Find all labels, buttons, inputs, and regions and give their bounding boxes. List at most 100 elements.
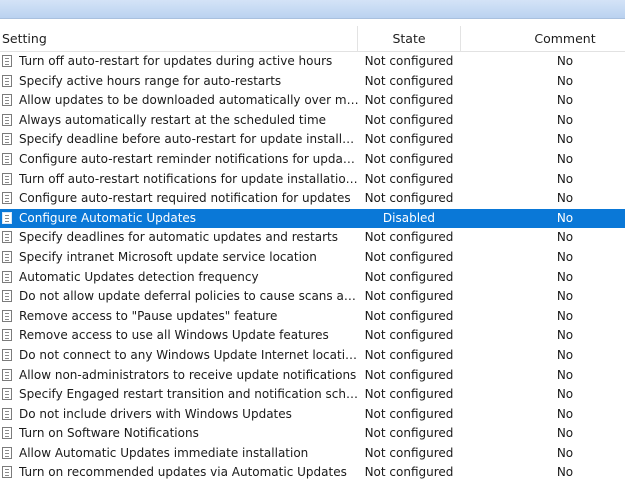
setting-comment: No (556, 230, 574, 245)
setting-name: Do not include drivers with Windows Upda… (19, 406, 292, 421)
setting-comment: No (556, 406, 574, 421)
setting-name: Allow updates to be downloaded automatic… (19, 93, 359, 108)
setting-state: Not configured (364, 347, 454, 362)
setting-name: Configure auto-restart required notifica… (19, 191, 351, 206)
setting-name: Specify deadlines for automatic updates … (19, 230, 338, 245)
setting-name: Specify deadline before auto-restart for… (19, 132, 359, 147)
setting-name: Remove access to "Pause updates" feature (19, 308, 278, 323)
policy-setting-icon (2, 172, 12, 185)
table-row[interactable]: Always automatically restart at the sche… (0, 111, 625, 131)
policy-setting-icon (2, 329, 12, 342)
setting-comment: No (556, 73, 574, 88)
setting-state: Not configured (364, 367, 454, 382)
table-row[interactable]: Specify intranet Microsoft update servic… (0, 248, 625, 268)
policy-setting-icon (2, 427, 12, 440)
setting-name: Automatic Updates detection frequency (19, 269, 259, 284)
policy-setting-icon (2, 74, 12, 87)
setting-comment: No (556, 171, 574, 186)
setting-name: Do not connect to any Windows Update Int… (19, 347, 359, 362)
setting-comment: No (556, 269, 574, 284)
setting-comment: No (556, 328, 574, 343)
table-row[interactable]: Allow Automatic Updates immediate instal… (0, 444, 625, 464)
policy-setting-icon (2, 55, 12, 67)
table-row[interactable]: Specify deadlines for automatic updates … (0, 228, 625, 248)
setting-name: Turn off auto-restart notifications for … (19, 171, 359, 186)
policy-setting-icon (2, 133, 12, 146)
setting-comment: No (556, 308, 574, 323)
table-row[interactable]: Configure auto-restart required notifica… (0, 189, 625, 209)
table-row[interactable]: Remove access to "Pause updates" feature… (0, 307, 625, 327)
table-row[interactable]: Turn on recommended updates via Automati… (0, 463, 625, 483)
setting-state: Not configured (364, 171, 454, 186)
setting-state: Not configured (364, 112, 454, 127)
setting-comment: No (556, 210, 574, 225)
setting-state: Not configured (364, 249, 454, 264)
setting-state: Not configured (364, 93, 454, 108)
setting-state: Not configured (364, 151, 454, 166)
table-row[interactable]: Configure Automatic Updates Disabled No (0, 208, 625, 229)
table-row[interactable]: Turn off auto-restart notifications for … (0, 170, 625, 190)
policy-setting-icon (2, 231, 12, 244)
setting-comment: No (556, 93, 574, 108)
setting-comment: No (556, 465, 574, 480)
table-row[interactable]: Remove access to use all Windows Update … (0, 326, 625, 346)
setting-comment: No (556, 249, 574, 264)
policy-setting-icon (2, 152, 12, 165)
setting-state: Not configured (364, 406, 454, 421)
column-header: Setting State Comment (0, 26, 625, 52)
policy-setting-icon (2, 192, 12, 205)
column-header-setting[interactable]: Setting (2, 26, 47, 51)
setting-name: Configure Automatic Updates (19, 210, 197, 225)
table-row[interactable]: Do not connect to any Windows Update Int… (0, 346, 625, 366)
table-row[interactable]: Allow updates to be downloaded automatic… (0, 91, 625, 111)
policy-setting-icon (2, 407, 12, 420)
setting-comment: No (556, 387, 574, 402)
table-row[interactable]: Specify Engaged restart transition and n… (0, 385, 625, 405)
setting-name: Turn off auto-restart for updates during… (19, 54, 333, 68)
setting-state: Not configured (364, 289, 454, 304)
setting-comment: No (556, 112, 574, 127)
column-header-comment[interactable]: Comment (461, 26, 625, 51)
setting-state: Not configured (364, 426, 454, 441)
policy-setting-icon (2, 309, 12, 322)
setting-state: Not configured (364, 230, 454, 245)
setting-state: Not configured (364, 191, 454, 206)
setting-state: Not configured (364, 445, 454, 460)
policy-settings-list: Turn off auto-restart for updates during… (0, 52, 625, 483)
policy-setting-icon (2, 446, 12, 459)
setting-name: Specify Engaged restart transition and n… (19, 387, 359, 402)
setting-state: Not configured (364, 328, 454, 343)
setting-name: Do not allow update deferral policies to… (19, 289, 359, 304)
setting-name: Always automatically restart at the sche… (19, 112, 327, 127)
column-header-state[interactable]: State (358, 26, 460, 51)
setting-name: Specify intranet Microsoft update servic… (19, 249, 317, 264)
table-row[interactable]: Turn on Software Notifications Not config… (0, 424, 625, 444)
setting-name: Turn on Software Notifications (19, 426, 199, 441)
setting-state: Not configured (364, 54, 454, 68)
table-row[interactable]: Do not allow update deferral policies to… (0, 287, 625, 307)
title-bar (0, 0, 625, 19)
policy-setting-icon (2, 368, 12, 381)
policy-setting-icon (2, 250, 12, 263)
policy-setting-icon (2, 270, 12, 283)
setting-comment: No (556, 426, 574, 441)
policy-setting-icon (2, 388, 12, 401)
setting-state: Disabled (382, 210, 436, 225)
setting-name: Turn on recommended updates via Automati… (19, 465, 347, 480)
setting-comment: No (556, 151, 574, 166)
table-row[interactable]: Configure auto-restart reminder notifica… (0, 150, 625, 170)
setting-state: Not configured (364, 308, 454, 323)
policy-setting-icon (2, 466, 12, 479)
setting-comment: No (556, 445, 574, 460)
policy-setting-icon (2, 211, 12, 224)
table-row[interactable]: Automatic Updates detection frequency Not… (0, 268, 625, 288)
setting-state: Not configured (364, 269, 454, 284)
table-row[interactable]: Specify active hours range for auto-rest… (0, 72, 625, 92)
policy-setting-icon (2, 290, 12, 303)
table-row[interactable]: Turn off auto-restart for updates during… (0, 52, 625, 72)
table-row[interactable]: Specify deadline before auto-restart for… (0, 130, 625, 150)
setting-state: Not configured (364, 132, 454, 147)
setting-state: Not configured (364, 73, 454, 88)
table-row[interactable]: Allow non-administrators to receive upda… (0, 366, 625, 386)
table-row[interactable]: Do not include drivers with Windows Upda… (0, 405, 625, 425)
